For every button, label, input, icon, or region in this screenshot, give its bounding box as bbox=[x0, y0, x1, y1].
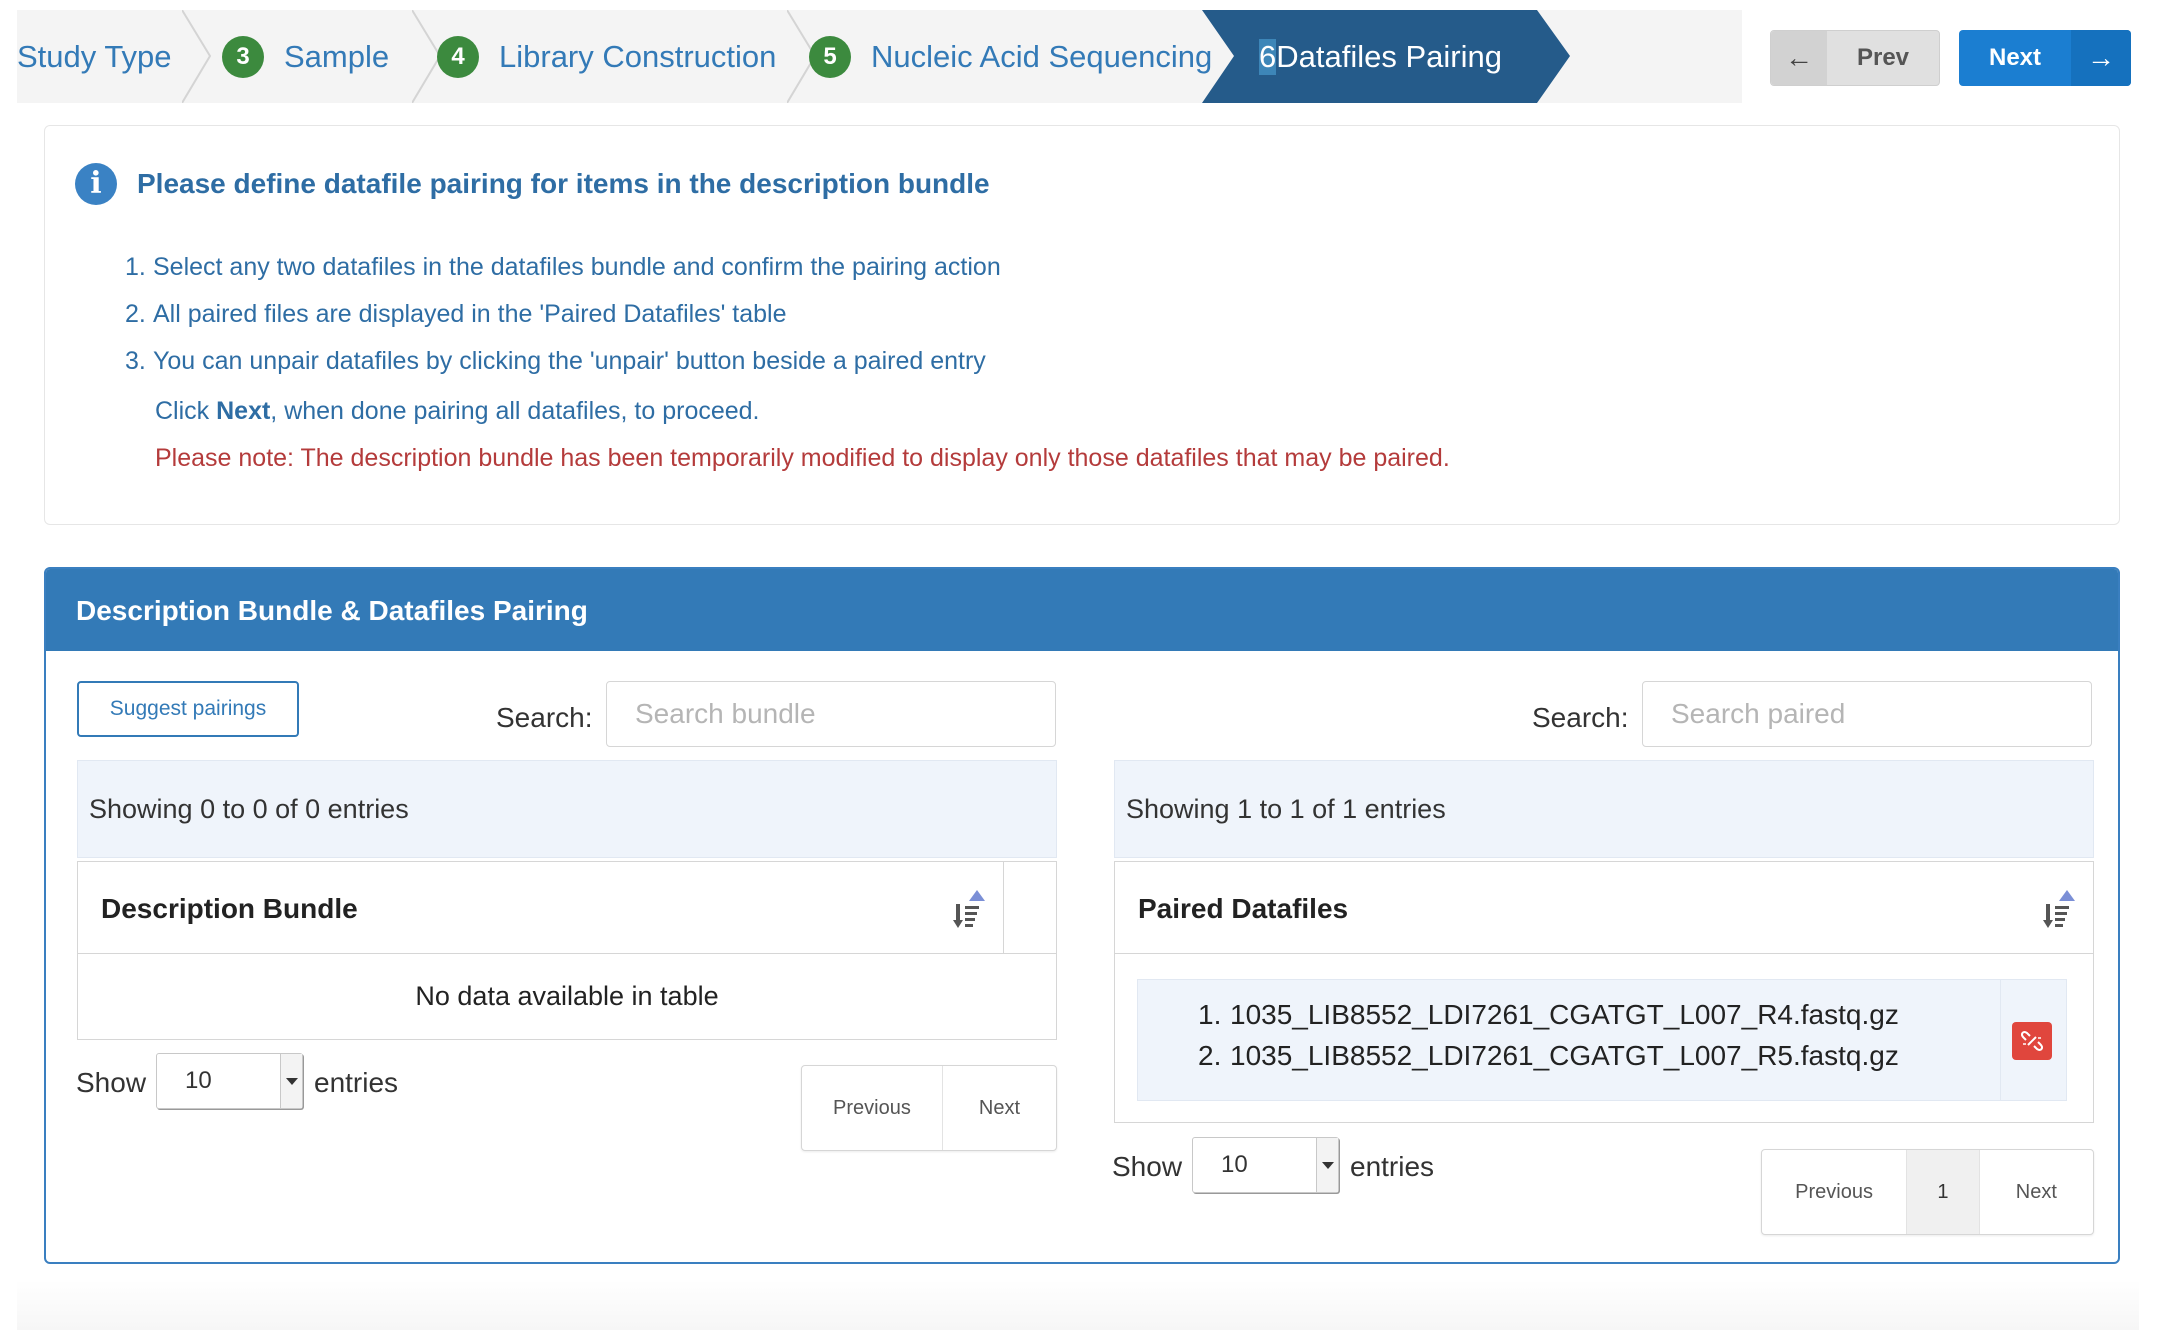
list-item: 3. You can unpair datafiles by clicking … bbox=[125, 347, 986, 375]
next-button[interactable]: Next → bbox=[1959, 30, 2131, 86]
page-size-value: 10 bbox=[1221, 1151, 1248, 1178]
chevron-down-icon bbox=[1316, 1138, 1338, 1192]
list-item: 2. 1035_LIB8552_LDI7261_CGATGT_L007_R5.fa… bbox=[1198, 1040, 1899, 1071]
bundle-pagination: Previous Next bbox=[801, 1065, 1057, 1151]
page-footer-shade bbox=[17, 1280, 2139, 1330]
pairing-panel-header: Description Bundle & Datafiles Pairing bbox=[46, 569, 2118, 651]
step-number-badge: 3 bbox=[222, 35, 264, 78]
table-header: Paired Datafiles bbox=[1115, 862, 2093, 954]
instructions-footer: Click Next, when done pairing all datafi… bbox=[155, 388, 1450, 482]
column-divider bbox=[1003, 862, 1004, 954]
column-header-paired-datafiles[interactable]: Paired Datafiles bbox=[1138, 893, 1348, 925]
paired-pagination: Previous 1 Next bbox=[1761, 1149, 2094, 1235]
next-button-label: Next bbox=[1988, 44, 2042, 71]
list-item: 1. Select any two datafiles in the dataf… bbox=[125, 253, 1001, 281]
pairing-panel: Description Bundle & Datafiles Pairing S… bbox=[44, 567, 2120, 1264]
arrow-right-icon: → bbox=[2071, 30, 2131, 86]
step-number-badge: 5 bbox=[809, 35, 851, 78]
step-label: Nucleic Acid Sequencing bbox=[871, 38, 1213, 74]
arrow-left-icon: ← bbox=[1771, 31, 1827, 85]
unlink-icon bbox=[2020, 1031, 2044, 1051]
paired-search-label: Search: bbox=[1532, 702, 1629, 733]
step-nucleic-acid-sequencing[interactable]: 5 Nucleic Acid Sequencing bbox=[809, 10, 1212, 103]
step-sample[interactable]: 3 Sample bbox=[222, 10, 389, 103]
next-page-button[interactable]: Next bbox=[943, 1066, 1056, 1150]
paired-table-info: Showing 1 to 1 of 1 entries bbox=[1114, 760, 2094, 858]
unpair-button[interactable] bbox=[2012, 1022, 2052, 1060]
show-label: Show bbox=[76, 1067, 147, 1098]
step-number-badge: 4 bbox=[437, 35, 479, 78]
paired-page-size-select[interactable]: 10 bbox=[1192, 1137, 1339, 1193]
description-bundle-table: Description Bundle No data available in … bbox=[77, 861, 1057, 1040]
instructions-panel: i Please define datafile pairing for ite… bbox=[44, 125, 2120, 525]
info-icon: i bbox=[75, 163, 117, 205]
wizard-steps: Study Type 3 Sample 4 Library Constructi… bbox=[17, 10, 1570, 103]
show-label: Show bbox=[1112, 1151, 1183, 1182]
bundle-search-input[interactable] bbox=[606, 681, 1056, 747]
step-number-badge: 6 bbox=[1259, 38, 1277, 75]
chevron-down-icon bbox=[280, 1054, 302, 1108]
step-label: Library Construction bbox=[499, 38, 777, 74]
step-study-type[interactable]: Study Type bbox=[17, 10, 172, 103]
paired-files-list: 1. 1035_LIB8552_LDI7261_CGATGT_L007_R4.fa… bbox=[1198, 994, 1899, 1076]
prev-button[interactable]: ← Prev bbox=[1770, 30, 1940, 86]
previous-page-button[interactable]: Previous bbox=[1762, 1150, 1908, 1234]
current-page-button[interactable]: 1 bbox=[1907, 1150, 1980, 1234]
list-item: 1. 1035_LIB8552_LDI7261_CGATGT_L007_R4.fa… bbox=[1198, 999, 1899, 1030]
paired-search-input[interactable] bbox=[1642, 681, 2092, 747]
prev-button-label: Prev bbox=[1856, 44, 1910, 71]
sort-icon[interactable] bbox=[2043, 890, 2077, 930]
bundle-table-info: Showing 0 to 0 of 0 entries bbox=[77, 760, 1057, 858]
step-label: Sample bbox=[284, 38, 390, 74]
step-library-construction[interactable]: 4 Library Construction bbox=[437, 10, 776, 103]
step-separator-icon bbox=[182, 10, 212, 103]
previous-page-button[interactable]: Previous bbox=[802, 1066, 943, 1150]
paired-datafiles-table: Paired Datafiles 1. 1035_LIB8552_LDI7261_… bbox=[1114, 861, 2094, 1123]
sort-icon[interactable] bbox=[953, 890, 987, 930]
entries-label: entries bbox=[1350, 1151, 1435, 1182]
list-item: 2. All paired files are displayed in the… bbox=[125, 300, 787, 328]
bundle-search-label: Search: bbox=[496, 702, 593, 733]
wizard-nav: ← Prev Next → bbox=[1742, 10, 2139, 103]
proceed-hint: Click Next, when done pairing all datafi… bbox=[155, 397, 760, 425]
suggest-pairings-button[interactable]: Suggest pairings bbox=[77, 681, 299, 737]
step-label: Datafiles Pairing bbox=[1276, 38, 1502, 74]
bundle-page-size-select[interactable]: 10 bbox=[156, 1053, 303, 1109]
instructions-title: Please define datafile pairing for items… bbox=[137, 168, 990, 199]
table-header: Description Bundle bbox=[78, 862, 1056, 954]
empty-table-message: No data available in table bbox=[415, 981, 719, 1011]
table-row[interactable]: 1. 1035_LIB8552_LDI7261_CGATGT_L007_R4.fa… bbox=[1137, 979, 2067, 1101]
instructions-list: 1. Select any two datafiles in the dataf… bbox=[125, 244, 1001, 385]
pairing-panel-title: Description Bundle & Datafiles Pairing bbox=[76, 595, 588, 626]
step-datafiles-pairing[interactable]: 6 Datafiles Pairing bbox=[1202, 10, 1570, 103]
unpair-cell bbox=[2000, 980, 2066, 1100]
bundle-note: Please note: The description bundle has … bbox=[155, 444, 1450, 472]
wizard-bar: Study Type 3 Sample 4 Library Constructi… bbox=[17, 10, 2139, 103]
step-label: Study Type bbox=[17, 38, 172, 74]
page-size-value: 10 bbox=[185, 1067, 212, 1094]
entries-label: entries bbox=[314, 1067, 399, 1098]
column-header-description-bundle[interactable]: Description Bundle bbox=[101, 893, 358, 925]
next-page-button[interactable]: Next bbox=[1980, 1150, 2093, 1234]
